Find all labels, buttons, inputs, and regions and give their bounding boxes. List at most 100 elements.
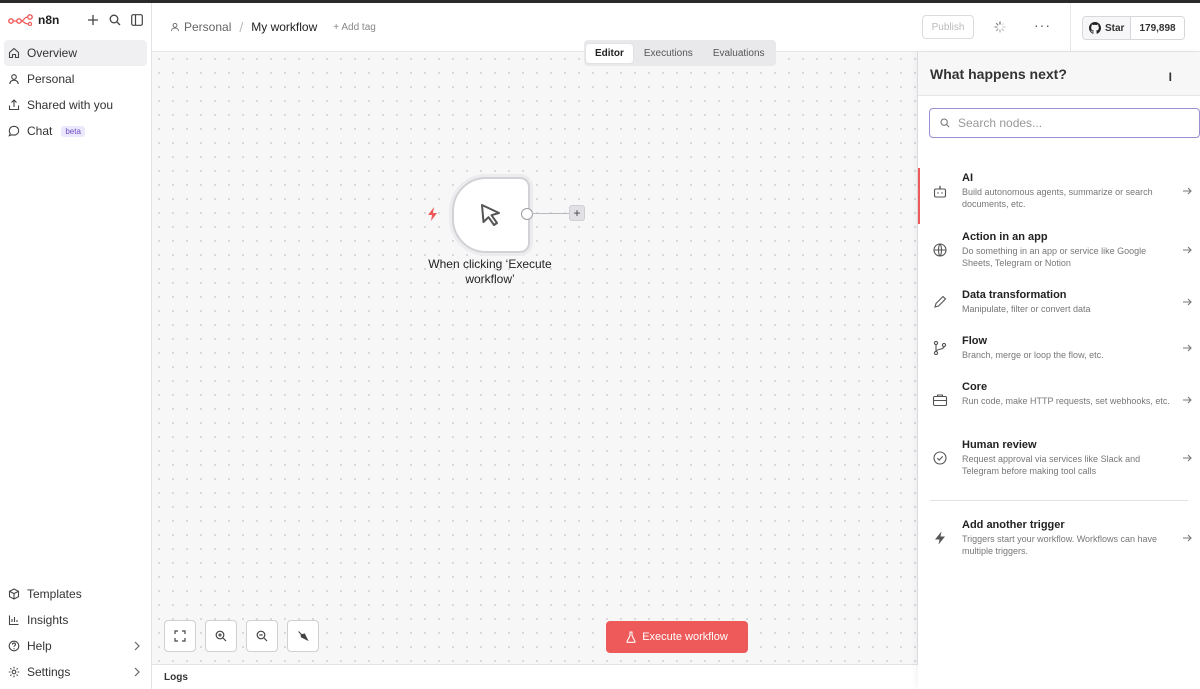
trigger-title: Add another trigger	[962, 519, 1065, 531]
sidebar-header: n8n	[0, 3, 151, 36]
node-creator-panel: What happens next? I AI Build autonomous…	[918, 52, 1200, 689]
panel-title: What happens next?	[930, 65, 1067, 82]
node-label: When clicking ‘Execute workflow’	[428, 257, 552, 286]
sidebar-item-label: Chat	[27, 124, 53, 138]
user-icon	[171, 22, 179, 32]
tab-editor[interactable]: Editor	[586, 43, 633, 63]
sidebar: n8n Overview Personal Shared with you Ch…	[0, 3, 152, 689]
gear-icon	[8, 666, 20, 678]
breadcrumb-separator: /	[239, 19, 244, 35]
category-desc: Do something in an app or service like G…	[962, 246, 1147, 268]
sidebar-item-shared[interactable]: Shared with you	[0, 92, 151, 118]
sidebar-nav: Overview Personal Shared with you Chat b…	[0, 40, 151, 144]
home-icon	[8, 47, 20, 59]
plus-icon[interactable]	[87, 14, 99, 26]
n8n-logo[interactable]: n8n	[8, 13, 59, 27]
execute-workflow-button[interactable]: Execute workflow	[606, 621, 748, 653]
arrow-right-icon	[1183, 187, 1192, 195]
user-icon	[9, 74, 19, 85]
globe-icon	[933, 243, 947, 257]
arrow-right-icon	[1183, 344, 1192, 352]
sidebar-item-insights[interactable]: Insights	[0, 607, 151, 633]
more-options-button[interactable]: ···	[1034, 17, 1051, 33]
panel-header: What happens next? I	[918, 52, 1200, 96]
category-title: Data transformation	[962, 289, 1067, 301]
sidebar-item-overview[interactable]: Overview	[4, 40, 147, 66]
pencil-icon	[934, 295, 947, 308]
sidebar-item-label: Overview	[27, 46, 78, 60]
sidebar-toggle-icon[interactable]	[131, 13, 143, 26]
chart-icon	[8, 615, 19, 626]
logo-text: n8n	[38, 12, 60, 27]
loading-spinner-icon	[994, 21, 1006, 33]
sidebar-item-label: Templates	[27, 587, 82, 601]
execute-workflow-label: Execute workflow	[642, 631, 728, 643]
check-circle-icon	[933, 451, 947, 465]
github-star-widget[interactable]: Star 179,898	[1082, 16, 1185, 40]
tab-evaluations[interactable]: Evaluations	[704, 44, 774, 63]
zoom-in-button[interactable]	[205, 620, 237, 652]
search-nodes-field[interactable]	[929, 108, 1200, 138]
breadcrumb-personal[interactable]: Personal	[170, 20, 231, 34]
publish-button[interactable]: Publish	[922, 15, 974, 39]
tidy-up-button[interactable]	[287, 620, 319, 652]
arrow-right-icon	[1183, 534, 1192, 542]
tab-executions[interactable]: Executions	[635, 44, 702, 63]
trigger-desc: Triggers start your workflow. Workflows …	[962, 534, 1158, 556]
category-title: Core	[962, 381, 988, 393]
bot-icon	[933, 185, 947, 198]
category-desc: Run code, make HTTP requests, set webhoo…	[962, 396, 1170, 406]
sidebar-item-label: Settings	[27, 665, 71, 679]
search-nodes-input[interactable]	[958, 116, 1178, 130]
zoom-out-icon	[256, 630, 268, 642]
breadcrumb-personal-label: Personal	[184, 20, 232, 34]
github-star-label: Star	[1105, 22, 1125, 34]
box-icon	[8, 588, 20, 600]
briefcase-icon	[932, 394, 948, 407]
logs-label: Logs	[164, 671, 188, 683]
arrow-right-icon	[1183, 454, 1192, 462]
zoom-to-fit-button[interactable]	[164, 620, 196, 652]
workflow-title[interactable]: My workflow	[251, 20, 317, 34]
breadcrumb: Personal / My workflow + Add tag	[152, 19, 376, 35]
category-desc: Build autonomous agents, summarize or se…	[962, 187, 1153, 209]
zoom-in-icon	[215, 630, 227, 642]
chat-icon	[8, 125, 20, 137]
beta-badge: beta	[61, 125, 85, 137]
canvas-controls	[164, 620, 319, 652]
category-title: AI	[962, 172, 973, 184]
trigger-bolt-icon	[428, 207, 437, 221]
zoom-out-button[interactable]	[246, 620, 278, 652]
github-star-count: 179,898	[1131, 17, 1184, 39]
manual-trigger-node[interactable]	[452, 177, 530, 253]
view-tabs: Editor Executions Evaluations	[584, 40, 776, 66]
arrow-right-icon	[1183, 246, 1192, 254]
broom-icon	[298, 631, 309, 642]
github-icon	[1089, 22, 1101, 34]
sidebar-item-templates[interactable]: Templates	[0, 581, 151, 607]
bolt-icon	[935, 531, 945, 545]
panel-divider	[930, 500, 1188, 501]
category-desc: Request approval via services like Slack…	[962, 454, 1141, 476]
sidebar-item-help[interactable]: Help	[0, 633, 151, 659]
sidebar-item-settings[interactable]: Settings	[0, 659, 151, 685]
logs-bar[interactable]: Logs	[152, 664, 918, 689]
category-title: Flow	[962, 335, 988, 347]
sidebar-item-personal[interactable]: Personal	[0, 66, 151, 92]
fit-view-icon	[174, 630, 186, 642]
node-output-connector	[532, 213, 570, 214]
sidebar-item-label: Personal	[27, 72, 75, 86]
search-icon[interactable]	[109, 14, 121, 26]
workflow-canvas[interactable]: Editor Executions Evaluations + When cli…	[152, 40, 918, 664]
cursor-pointer-icon	[481, 204, 500, 226]
add-tag-button[interactable]: + Add tag	[333, 22, 376, 33]
github-star-button[interactable]: Star	[1083, 17, 1132, 39]
sidebar-item-label: Insights	[27, 613, 69, 627]
arrow-right-icon	[1183, 298, 1192, 306]
flask-icon	[626, 631, 636, 643]
add-node-button[interactable]: +	[569, 205, 585, 221]
category-desc: Manipulate, filter or convert data	[962, 304, 1091, 314]
sidebar-item-chat[interactable]: Chat beta	[0, 118, 151, 144]
node-output-handle[interactable]	[521, 208, 533, 220]
git-branch-icon	[933, 340, 947, 356]
